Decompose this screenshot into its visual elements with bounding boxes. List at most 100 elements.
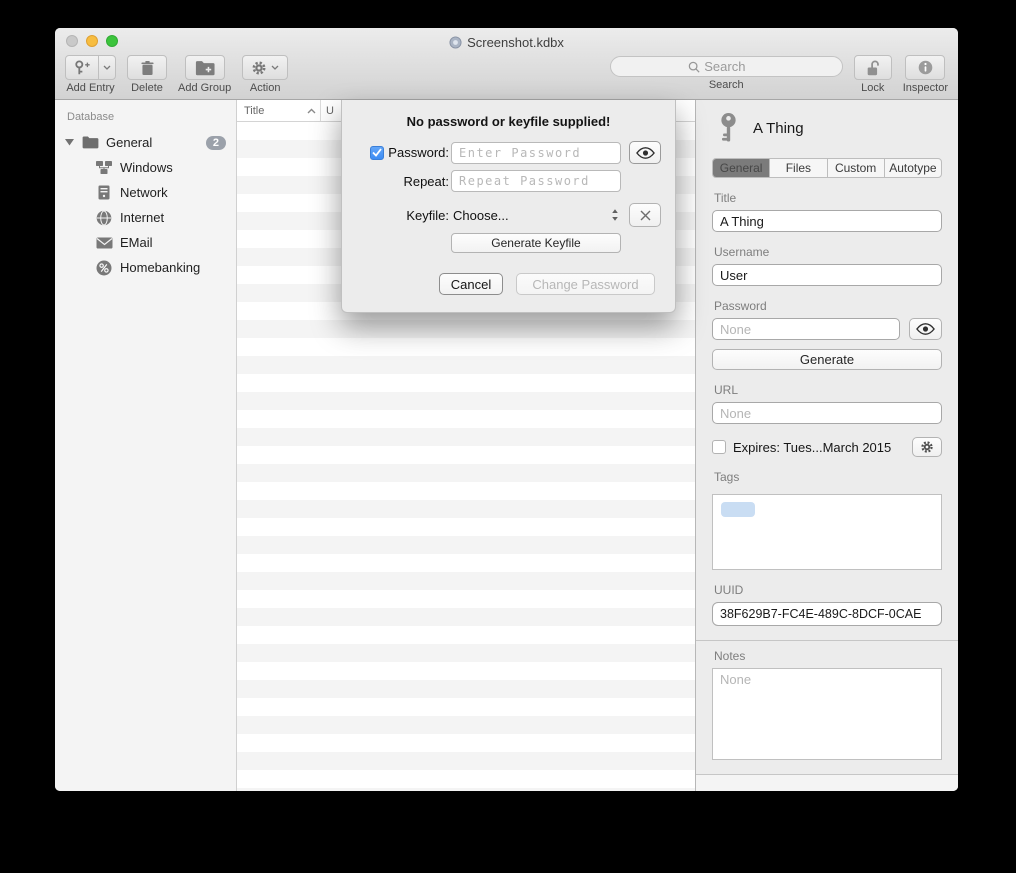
traffic-lights: [66, 35, 118, 47]
window-header: Screenshot.kdbx Add Entry: [55, 28, 958, 100]
entry-title: A Thing: [753, 120, 804, 137]
inspector-panel: A Thing General Files Custom Autotype Ti…: [695, 100, 958, 791]
tags-box[interactable]: [712, 494, 942, 570]
close-x-icon: [639, 209, 652, 222]
url-field[interactable]: [712, 402, 942, 424]
sidebar-item-homebanking[interactable]: Homebanking: [55, 255, 236, 280]
repeat-label: Repeat:: [403, 174, 449, 189]
stepper-icon: [611, 208, 619, 222]
entry-count-badge: 2: [206, 136, 226, 150]
search-input[interactable]: [704, 59, 764, 74]
add-entry-dropdown[interactable]: [98, 56, 115, 79]
close-button[interactable]: [66, 35, 78, 47]
keyfile-popup[interactable]: Choose...: [451, 208, 621, 223]
inspector-label: Inspector: [903, 82, 948, 94]
search-label: Search: [709, 79, 744, 91]
clear-keyfile-button[interactable]: [629, 203, 661, 227]
sidebar-section-header: Database: [55, 108, 236, 130]
globe-icon: [95, 210, 113, 226]
tab-custom[interactable]: Custom: [827, 159, 884, 177]
open-padlock-icon: [865, 59, 881, 77]
password-field[interactable]: [712, 318, 900, 340]
delete-label: Delete: [131, 82, 163, 94]
key-icon: [718, 112, 739, 144]
eye-icon: [916, 323, 935, 335]
sidebar-item-label: Homebanking: [120, 260, 200, 275]
chevron-down-icon: [271, 65, 279, 70]
username-field[interactable]: [712, 264, 942, 286]
uuid-field[interactable]: [712, 602, 942, 626]
window-title: Screenshot.kdbx: [467, 35, 564, 50]
inspector-tabs: General Files Custom Autotype: [712, 158, 942, 178]
zoom-button[interactable]: [106, 35, 118, 47]
sort-ascending-icon: [307, 108, 316, 114]
search-icon: [688, 61, 700, 73]
key-plus-icon: [66, 56, 98, 79]
server-icon: [95, 185, 113, 200]
notes-field-label: Notes: [714, 649, 942, 663]
password-checkbox[interactable]: [370, 146, 384, 160]
expires-settings-button[interactable]: [912, 437, 942, 457]
search-field[interactable]: [610, 56, 843, 77]
lock-label: Lock: [861, 82, 884, 94]
change-password-sheet: No password or keyfile supplied! Passwor…: [341, 100, 676, 313]
minimize-button[interactable]: [86, 35, 98, 47]
tab-files[interactable]: Files: [769, 159, 826, 177]
password-input[interactable]: [451, 142, 621, 164]
macpass-window: Screenshot.kdbx Add Entry: [55, 28, 958, 791]
tab-general[interactable]: General: [713, 159, 769, 177]
column-header-title[interactable]: Title: [237, 100, 320, 121]
add-entry-button[interactable]: Add Entry: [65, 55, 116, 94]
gear-icon: [251, 60, 267, 76]
title-field[interactable]: [712, 210, 942, 232]
titlebar[interactable]: Screenshot.kdbx: [55, 28, 958, 52]
tag-pill[interactable]: [721, 502, 755, 517]
info-icon: [917, 59, 934, 76]
eye-icon: [636, 147, 655, 159]
percent-icon: [95, 260, 113, 276]
expires-label: Expires: Tues...March 2015: [733, 440, 905, 455]
search-group: Search: [610, 56, 843, 91]
notes-field[interactable]: [712, 668, 942, 760]
tab-autotype[interactable]: Autotype: [884, 159, 941, 177]
sidebar-item-label: General: [106, 135, 152, 150]
expires-checkbox[interactable]: [712, 440, 726, 454]
generate-password-button[interactable]: Generate: [712, 349, 942, 370]
title-field-label: Title: [714, 191, 942, 205]
generate-keyfile-button[interactable]: Generate Keyfile: [451, 233, 621, 253]
show-password-button[interactable]: [629, 141, 661, 164]
sidebar-item-network[interactable]: Network: [55, 180, 236, 205]
sidebar-item-general[interactable]: General 2: [55, 130, 236, 155]
envelope-icon: [95, 237, 113, 249]
delete-button[interactable]: Delete: [127, 55, 167, 94]
inspector-button[interactable]: Inspector: [903, 55, 948, 94]
action-button[interactable]: Action: [242, 55, 288, 94]
add-group-label: Add Group: [178, 82, 231, 94]
reveal-password-button[interactable]: [909, 318, 942, 340]
repeat-password-input[interactable]: [451, 170, 621, 192]
action-label: Action: [250, 82, 281, 94]
inspector-footer: [696, 774, 958, 791]
url-field-label: URL: [714, 383, 942, 397]
cancel-button[interactable]: Cancel: [439, 273, 503, 295]
password-label: Password:: [388, 145, 449, 160]
uuid-field-label: UUID: [714, 583, 942, 597]
toolbar: Add Entry Delete Add Group: [55, 52, 958, 99]
add-entry-label: Add Entry: [66, 82, 114, 94]
sidebar-item-label: Windows: [120, 160, 173, 175]
disclosure-triangle-icon[interactable]: [65, 139, 74, 146]
sidebar-item-label: EMail: [120, 235, 153, 250]
sidebar-item-email[interactable]: EMail: [55, 230, 236, 255]
lock-button[interactable]: Lock: [854, 55, 892, 94]
folder-icon: [81, 136, 99, 149]
add-group-button[interactable]: Add Group: [178, 55, 231, 94]
trash-icon: [140, 60, 155, 76]
sidebar-item-windows[interactable]: Windows: [55, 155, 236, 180]
title-wrap: Screenshot.kdbx: [55, 28, 958, 52]
document-proxy-icon: [449, 36, 462, 49]
keyfile-label: Keyfile:: [406, 208, 449, 223]
sidebar-item-internet[interactable]: Internet: [55, 205, 236, 230]
change-password-button[interactable]: Change Password: [516, 273, 655, 295]
sidebar: Database General 2 Windows: [55, 100, 237, 791]
section-divider: [696, 640, 958, 641]
